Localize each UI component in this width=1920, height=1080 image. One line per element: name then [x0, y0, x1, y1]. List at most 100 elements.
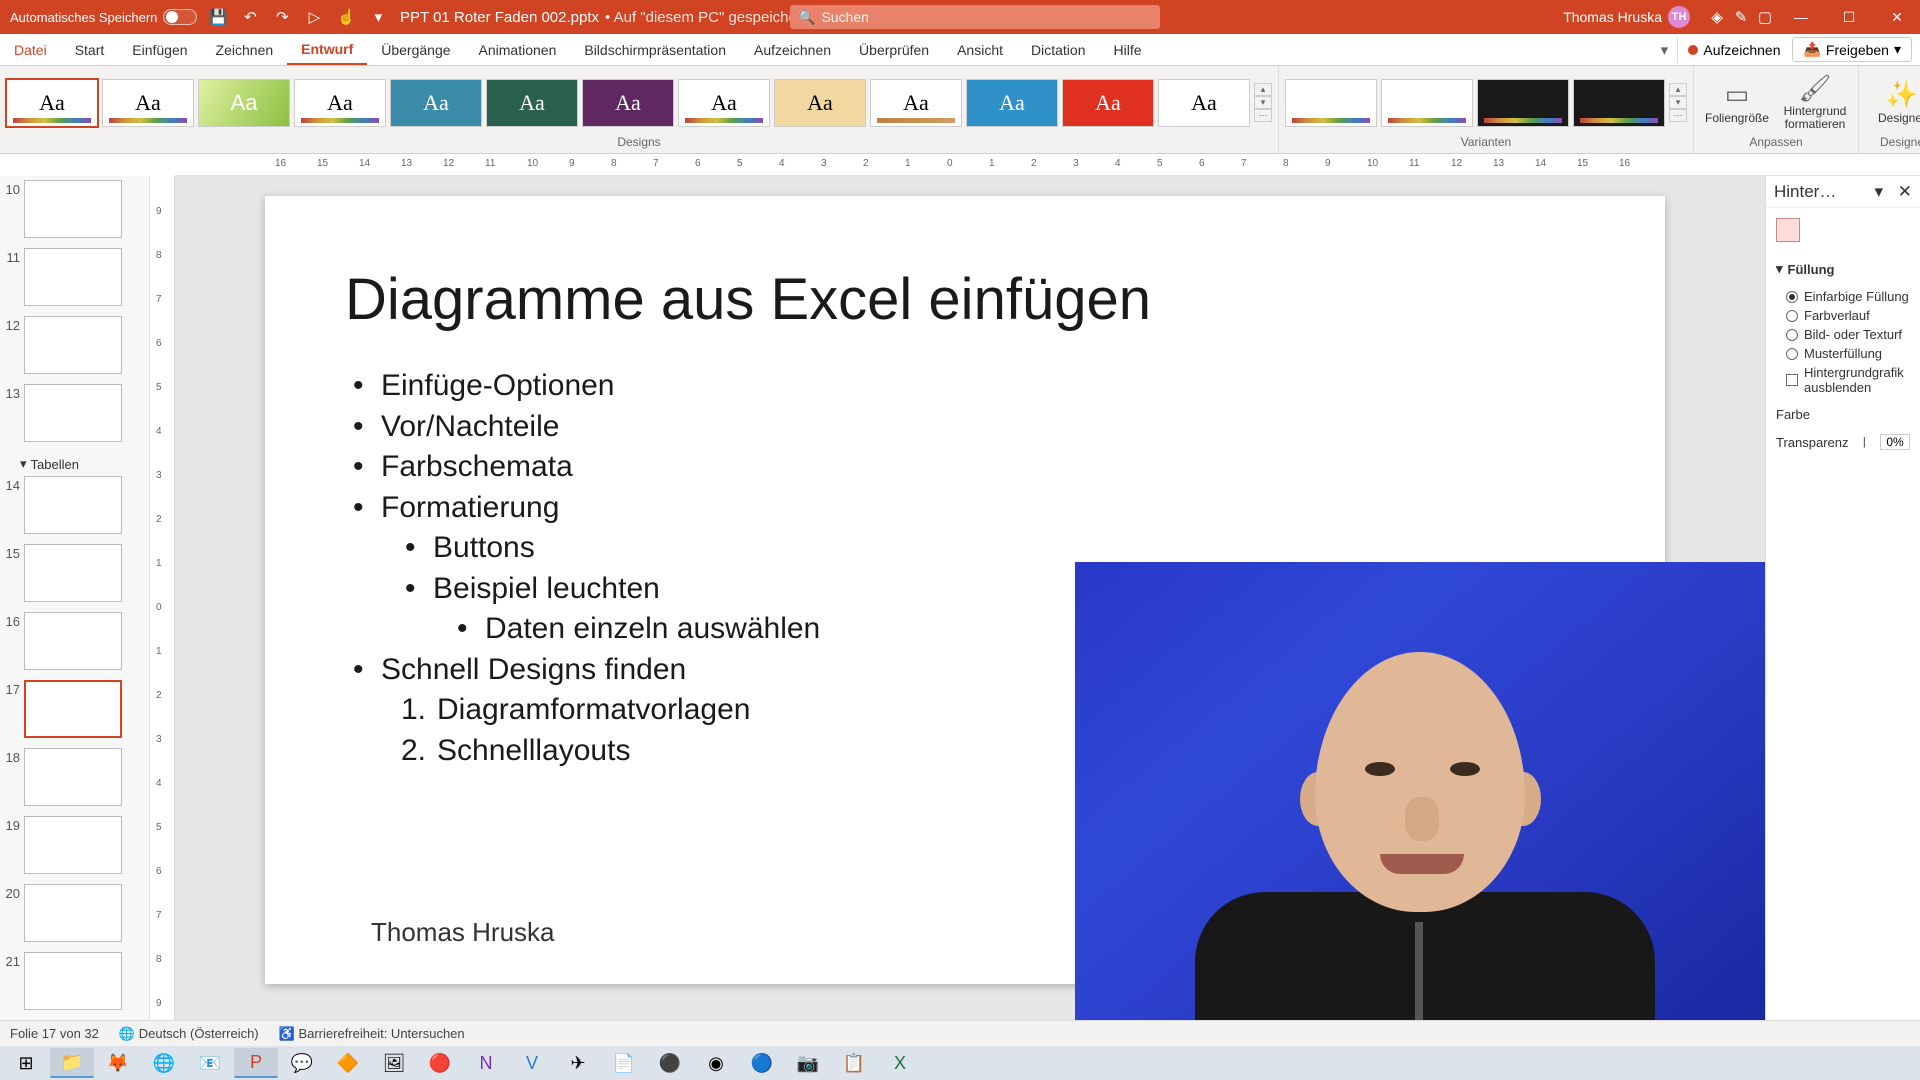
fill-gradient-radio[interactable]: Farbverlauf — [1786, 306, 1912, 325]
taskpane-close-icon[interactable]: ✕ — [1898, 182, 1912, 201]
maximize-button[interactable]: ☐ — [1826, 0, 1872, 34]
slide-thumbnail[interactable] — [24, 384, 122, 442]
theme-thumb[interactable]: Aa — [486, 79, 578, 127]
menu-item-ansicht[interactable]: Ansicht — [943, 34, 1017, 65]
format-background-button[interactable]: 🖌 Hintergrund formatieren — [1778, 74, 1852, 132]
slide-thumbnail[interactable] — [24, 884, 122, 942]
menu-item-aufzeichnen[interactable]: Aufzeichnen — [740, 34, 845, 65]
fill-solid-radio[interactable]: Einfarbige Füllung — [1786, 287, 1912, 306]
slide-body[interactable]: Einfüge-OptionenVor/NachteileFarbschemat… — [345, 366, 820, 771]
accessibility-label[interactable]: ♿ Barrierefreiheit: Untersuchen — [279, 1026, 465, 1042]
variant-gallery-more[interactable]: ▴▾⋯ — [1669, 83, 1687, 122]
app-icon[interactable]: 💬 — [280, 1048, 324, 1078]
theme-thumb[interactable]: Aa — [966, 79, 1058, 127]
record-button[interactable]: Aufzeichnen — [1677, 37, 1790, 63]
chrome-icon[interactable]: 🌐 — [142, 1048, 186, 1078]
slide-thumbnail-panel[interactable]: 10111213▾Tabellen1415161718192021 — [0, 176, 150, 1042]
color-field[interactable]: Farbe — [1766, 401, 1920, 428]
theme-thumb[interactable]: Aa — [678, 79, 770, 127]
fill-pattern-radio[interactable]: Musterfüllung — [1786, 344, 1912, 363]
slide-bullet[interactable]: Einfüge-Optionen — [345, 366, 820, 407]
slide-size-button[interactable]: ▭ Foliengröße — [1700, 80, 1774, 125]
taskpane-dropdown-icon[interactable]: ▾ — [1874, 182, 1883, 201]
menu-item-übergänge[interactable]: Übergänge — [367, 34, 464, 65]
app-icon[interactable]: 📷 — [786, 1048, 830, 1078]
menu-item-überprüfen[interactable]: Überprüfen — [845, 34, 943, 65]
slide-thumbnail[interactable] — [24, 476, 122, 534]
slide-bullet[interactable]: Farbschemata — [345, 447, 820, 488]
touch-mode-icon[interactable]: ☝ — [335, 6, 357, 28]
fill-section[interactable]: ▾ Füllung — [1766, 255, 1920, 283]
slide-thumbnail[interactable] — [24, 544, 122, 602]
variant-thumb[interactable] — [1477, 79, 1569, 127]
telegram-icon[interactable]: ✈ — [556, 1048, 600, 1078]
search-input[interactable] — [821, 9, 1152, 25]
theme-thumb[interactable]: Aa — [774, 79, 866, 127]
undo-icon[interactable]: ↶ — [239, 6, 261, 28]
excel-icon[interactable]: X — [878, 1048, 922, 1078]
toggle-icon[interactable] — [163, 9, 197, 25]
slide-thumbnail[interactable] — [24, 180, 122, 238]
theme-thumb[interactable]: Aa — [6, 79, 98, 127]
slide-bullet[interactable]: Schnell Designs finden — [345, 650, 820, 691]
app-icon[interactable]: 🔵 — [740, 1048, 784, 1078]
menu-item-start[interactable]: Start — [61, 34, 119, 65]
slide-title[interactable]: Diagramme aus Excel einfügen — [345, 266, 1151, 333]
hide-bg-checkbox[interactable]: Hintergrundgrafik ausblenden — [1786, 363, 1912, 397]
variant-thumb[interactable] — [1381, 79, 1473, 127]
theme-gallery-more[interactable]: ▴▾⋯ — [1254, 83, 1272, 122]
app-icon[interactable]: 🖼 — [372, 1048, 416, 1078]
slide-count-label[interactable]: Folie 17 von 32 — [10, 1026, 99, 1041]
theme-thumb[interactable]: Aa — [1158, 79, 1250, 127]
theme-thumb[interactable]: Aa — [870, 79, 962, 127]
slide-canvas-area[interactable]: Diagramme aus Excel einfügen Einfüge-Opt… — [175, 176, 1765, 1042]
transparency-field[interactable]: Transparenz | — [1766, 428, 1920, 456]
powerpoint-icon[interactable]: P — [234, 1048, 278, 1078]
variant-thumb[interactable] — [1573, 79, 1665, 127]
search-box[interactable]: 🔍 — [790, 5, 1160, 29]
slide-thumbnail[interactable] — [24, 612, 122, 670]
minimize-button[interactable]: — — [1778, 0, 1824, 34]
explorer-icon[interactable]: 📁 — [50, 1048, 94, 1078]
pen-icon[interactable]: ✎ — [1730, 6, 1752, 28]
slide-thumbnail[interactable] — [24, 680, 122, 738]
vlc-icon[interactable]: 🔶 — [326, 1048, 370, 1078]
menu-item-hilfe[interactable]: Hilfe — [1099, 34, 1155, 65]
menu-item-animationen[interactable]: Animationen — [465, 34, 571, 65]
slide-thumbnail[interactable] — [24, 952, 122, 1010]
theme-thumb[interactable]: Aa — [390, 79, 482, 127]
app-icon[interactable]: 📋 — [832, 1048, 876, 1078]
slide-bullet[interactable]: Formatierung — [345, 488, 820, 529]
close-button[interactable]: ✕ — [1874, 0, 1920, 34]
app-icon[interactable]: 📄 — [602, 1048, 646, 1078]
section-header[interactable]: ▾Tabellen — [2, 452, 145, 476]
slide-thumbnail[interactable] — [24, 816, 122, 874]
qat-more-icon[interactable]: ▾ — [367, 6, 389, 28]
slide-bullet[interactable]: Buttons — [345, 528, 820, 569]
menu-item-datei[interactable]: Datei — [0, 34, 61, 65]
save-icon[interactable]: 💾 — [207, 6, 229, 28]
slide-bullet[interactable]: Schnelllayouts — [345, 731, 820, 772]
onenote-icon[interactable]: N — [464, 1048, 508, 1078]
window-mode-icon[interactable]: ▢ — [1754, 6, 1776, 28]
variant-thumb[interactable] — [1285, 79, 1377, 127]
slide-bullet[interactable]: Daten einzeln auswählen — [345, 609, 820, 650]
designer-button[interactable]: ✨ Designer — [1865, 80, 1920, 125]
slide-bullet[interactable]: Vor/Nachteile — [345, 407, 820, 448]
menu-item-zeichnen[interactable]: Zeichnen — [202, 34, 288, 65]
obs-icon[interactable]: ⚫ — [648, 1048, 692, 1078]
theme-thumb[interactable]: Aa — [102, 79, 194, 127]
autosave-toggle[interactable]: Automatisches Speichern — [10, 9, 197, 25]
slide-bullet[interactable]: Diagramformatvorlagen — [345, 690, 820, 731]
fill-picture-radio[interactable]: Bild- oder Texturf — [1786, 325, 1912, 344]
theme-thumb[interactable]: Aa — [582, 79, 674, 127]
transparency-input[interactable] — [1880, 434, 1910, 450]
app-icon[interactable]: ◉ — [694, 1048, 738, 1078]
from-beginning-icon[interactable]: ▷ — [303, 6, 325, 28]
firefox-icon[interactable]: 🦊 — [96, 1048, 140, 1078]
menu-item-entwurf[interactable]: Entwurf — [287, 34, 367, 65]
user-account[interactable]: Thomas Hruska TH — [1563, 6, 1690, 28]
collapse-ribbon-icon[interactable]: ▾ — [1653, 39, 1675, 61]
outlook-icon[interactable]: 📧 — [188, 1048, 232, 1078]
slide-thumbnail[interactable] — [24, 316, 122, 374]
